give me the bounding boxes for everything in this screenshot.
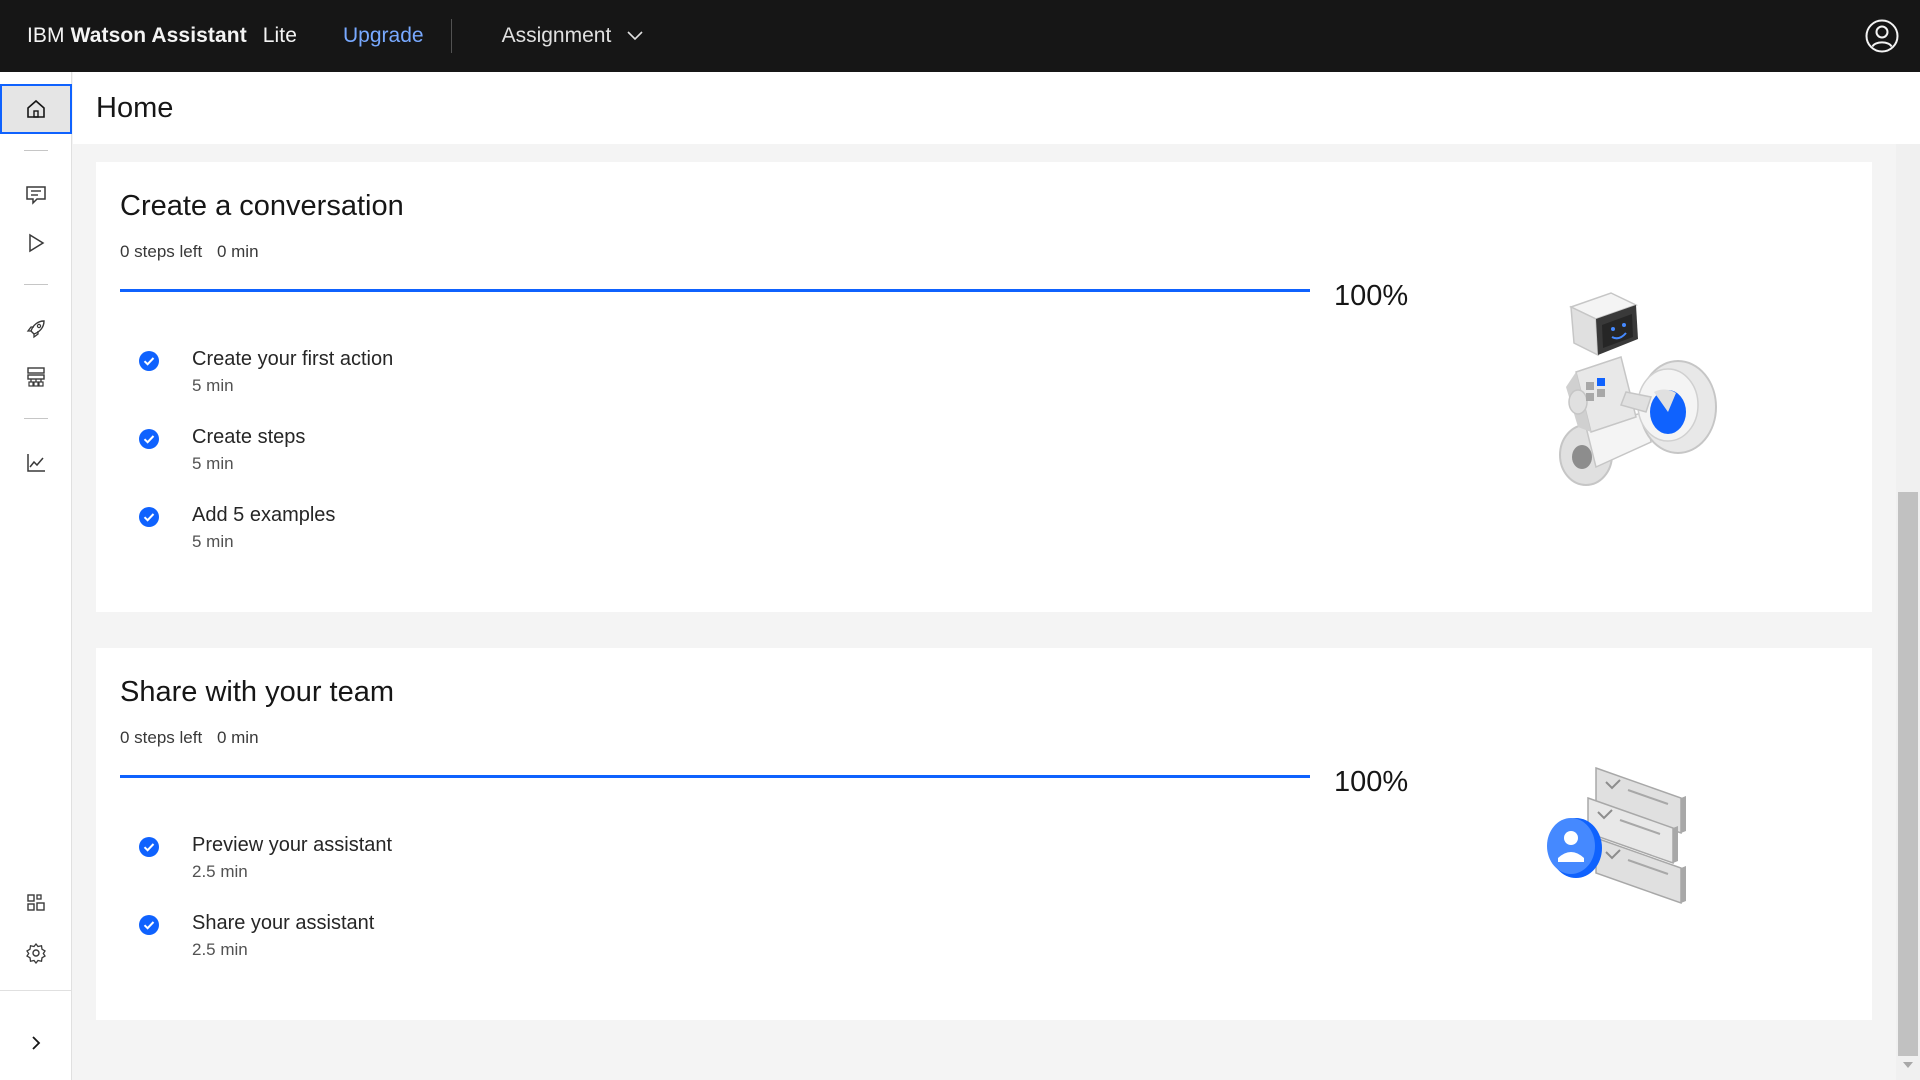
chat-icon [26,186,46,205]
steps-left: 0 steps left [120,242,203,261]
chevron-down-icon [627,31,643,41]
product-name[interactable]: IBM Watson Assistant Lite [27,24,297,48]
top-header: IBM Watson Assistant Lite Upgrade Assign… [0,0,1920,72]
progress-bar [120,289,1310,292]
play-icon [29,233,45,253]
settings-icon [26,942,46,964]
brand-name: Watson Assistant [70,24,247,47]
nav-bottom-divider [0,990,72,991]
expand-chevron-icon [32,1036,41,1050]
home-icon [27,99,45,118]
nav-environments[interactable] [0,352,72,402]
task-time: 2.5 min [192,862,248,881]
time-left: 0 min [216,728,259,747]
checkmark-filled-icon [139,507,159,527]
task-label: Create steps [192,426,306,448]
hierarchy-icon [27,367,45,387]
progress-fill [120,289,1310,292]
scrollbar-thumb[interactable] [1898,492,1918,1056]
share-illustration [1547,766,1686,905]
task-label: Add 5 examples [192,504,336,526]
upgrade-link[interactable]: Upgrade [343,24,424,48]
task-label: Share your assistant [192,912,375,934]
user-avatar-icon[interactable] [1864,18,1900,54]
brand-prefix: IBM [27,24,65,47]
nav-preview[interactable] [0,218,72,268]
checkmark-filled-icon [139,837,159,857]
task-time: 5 min [192,454,234,473]
analytics-icon [27,454,45,472]
checkmark-filled-icon [139,351,159,371]
nav-home[interactable] [0,84,72,134]
card-share-team: Share with your team 0 steps left 0 min … [96,648,1872,1020]
task-time: 2.5 min [192,940,248,959]
checkmark-filled-icon [139,429,159,449]
rocket-icon [26,320,45,339]
nav-settings[interactable] [0,928,72,978]
robot-illustration [1559,292,1717,486]
scroll-down-arrow-icon[interactable] [1902,1060,1914,1070]
task-label: Preview your assistant [192,834,393,856]
assistant-name: Assignment [501,24,612,47]
nav-expand-toggle[interactable] [0,1018,72,1068]
integrations-icon [27,894,45,911]
progress-fill [120,775,1310,778]
checkmark-filled-icon [139,915,159,935]
page-scrollbar[interactable] [1896,144,1920,1080]
header-divider [450,19,452,53]
nav-publish[interactable] [0,304,72,354]
page-title: Home [96,91,174,124]
side-navigation [0,72,72,1080]
card-title: Share with your team [120,676,395,708]
nav-separator [24,418,48,419]
task-label: Create your first action [192,348,394,370]
nav-integrations[interactable] [0,878,72,928]
steps-left: 0 steps left [120,728,203,747]
page-header: Home [73,72,1920,144]
progress-percent: 100% [1334,280,1409,312]
progress-bar [120,775,1310,778]
card-create-conversation: Create a conversation 0 steps left 0 min… [96,162,1872,612]
card-title: Create a conversation [120,190,404,222]
plan-label: Lite [262,24,298,47]
task-time: 5 min [192,532,234,551]
nav-separator [24,150,48,151]
assistant-switcher[interactable]: Assignment [502,24,644,48]
card-meta: 0 steps left 0 min [120,728,259,748]
card-meta: 0 steps left 0 min [120,242,259,262]
nav-analyze[interactable] [0,438,72,488]
progress-percent: 100% [1334,766,1409,798]
nav-separator [24,284,48,285]
nav-actions[interactable] [0,170,72,220]
task-time: 5 min [192,376,234,395]
time-left: 0 min [216,242,259,261]
